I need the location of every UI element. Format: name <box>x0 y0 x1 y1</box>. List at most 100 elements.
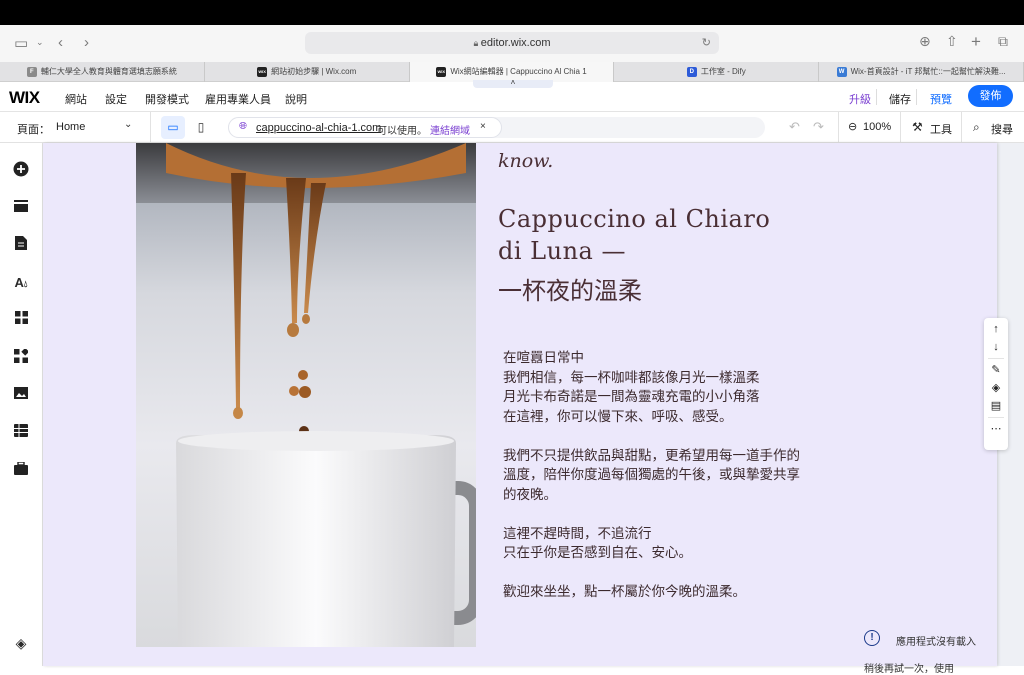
divider <box>838 112 839 143</box>
menu-settings[interactable]: 設定 <box>105 91 127 107</box>
globe-icon: 🌐︎ <box>239 121 247 132</box>
desktop-view-icon[interactable]: ▭ <box>161 116 185 139</box>
coffee-pour-image[interactable] <box>136 143 476 647</box>
new-tab-icon[interactable]: + <box>971 33 981 50</box>
menu-hire-pro[interactable]: 雇用專業人員 <box>205 91 271 107</box>
undo-icon[interactable]: ↶ <box>789 119 800 135</box>
screen-top-strip <box>0 0 1024 25</box>
page-label: 頁面： <box>17 124 50 136</box>
text-line: 我們相信，每一杯咖啡都該像月光一樣溫柔 <box>503 369 760 386</box>
edit-pencil-icon[interactable]: ✎ <box>984 361 1008 379</box>
wix-top-bar: WIX 網站 設定 開發模式 雇用專業人員 說明 ˄ 升級 儲存 預覽 發佈 <box>0 79 1024 112</box>
design-icon[interactable]: A💧︎ <box>12 274 30 292</box>
share-icon[interactable]: ⇧ <box>946 34 958 48</box>
close-icon[interactable]: × <box>480 121 486 132</box>
editor-toolbar: 頁面： Home ⌄ ▭ ▯ 🌐︎ cappuccino-al-chia-1.c… <box>0 112 1024 143</box>
reload-icon[interactable]: ↻ <box>702 32 711 54</box>
info-icon: ! <box>864 630 880 646</box>
paragraph: 這裡不趕時間，不追流行 只在乎你是否感到自在、安心。 <box>503 525 833 564</box>
tools-icon[interactable]: ⚒ <box>912 120 923 134</box>
sidebar-toggle-icon[interactable]: ▭ <box>14 36 28 51</box>
domain-status: 可以使用。 <box>377 126 427 137</box>
add-elements-icon[interactable] <box>12 161 30 179</box>
menu-dev-mode[interactable]: 開發模式 <box>145 91 189 107</box>
move-down-icon[interactable]: ↓ <box>984 338 1008 356</box>
media-icon[interactable] <box>12 386 30 404</box>
divider <box>961 112 962 143</box>
divider <box>150 112 151 143</box>
title-block[interactable]: Cappuccino al Chiaro di Luna — <box>498 203 770 267</box>
portfolio-icon[interactable] <box>12 461 30 480</box>
upgrade-link[interactable]: 升級 <box>849 91 871 107</box>
text-line: 月光卡布奇諾是一間為靈魂充電的小小角落 <box>503 389 760 405</box>
tools-button[interactable]: 工具 <box>930 121 952 137</box>
browser-tab[interactable]: WIX 網站初始步驟 | Wix.com <box>205 62 410 82</box>
layers-icon[interactable]: ◈ <box>12 634 30 652</box>
divider <box>988 358 1004 359</box>
business-apps-icon[interactable] <box>12 347 30 367</box>
divider <box>876 89 877 105</box>
left-sidebar: A💧︎ ◈ <box>0 143 43 666</box>
text-line: 我們不只提供飲品與甜點，更希望用每一道手作的 <box>503 447 800 464</box>
address-bar[interactable]: 🔒︎ editor.wix.com ↻ <box>305 32 719 54</box>
tab-label: 網站初始步驟 | Wix.com <box>271 67 357 76</box>
retry-text: 稍後再試一次，使用 <box>864 664 954 675</box>
tab-overview-icon[interactable]: ⧉ <box>998 34 1008 48</box>
chevron-down-icon[interactable]: ⌄ <box>36 38 44 47</box>
chevron-down-icon: ⌄ <box>124 119 133 130</box>
divider <box>916 89 917 105</box>
script-heading[interactable]: know. <box>498 150 553 172</box>
collapse-handle[interactable]: ˄ <box>473 79 553 88</box>
floating-toolbar: ↑ ↓ ✎ ◈ ▤ ⋯ <box>984 318 1008 450</box>
tab-favicon-icon: W <box>836 67 847 77</box>
browser-tab[interactable]: D 工作室 - Dify <box>614 62 820 82</box>
divider <box>900 112 901 143</box>
save-button[interactable]: 儲存 <box>889 91 911 107</box>
lock-icon: 🔒︎ <box>473 38 481 48</box>
text-line: 在這裡，你可以慢下來、呼吸、感受。 <box>503 408 733 425</box>
search-button[interactable]: 搜尋 <box>991 121 1013 137</box>
preview-button[interactable]: 預覽 <box>930 91 952 107</box>
text-line: 在喧囂日常中 <box>503 350 584 366</box>
paragraph: 歡迎來坐坐，點一杯屬於你今晚的溫柔。 <box>503 583 833 603</box>
layout-icon[interactable]: ▤ <box>984 397 1008 415</box>
text-line: 的夜晚。 <box>503 486 557 503</box>
browser-tab[interactable]: W Wix-首頁設計 - iT 邦幫忙::一起幫忙解決難... <box>819 62 1024 82</box>
menu-help[interactable]: 說明 <box>285 91 307 107</box>
layers-icon[interactable]: ◈ <box>984 379 1008 397</box>
tab-label: Wix-首頁設計 - iT 邦幫忙::一起幫忙解決難... <box>850 67 1006 76</box>
browser-toolbar: ▭ ⌄ ‹ › 🔒︎ editor.wix.com ↻ ⊕ ⇧ + ⧉ <box>0 25 1024 62</box>
move-up-icon[interactable]: ↑ <box>984 320 1008 338</box>
tab-favicon-icon: D <box>686 67 697 77</box>
more-icon[interactable]: ⋯ <box>984 420 1008 438</box>
zoom-level[interactable]: 100% <box>863 121 891 133</box>
browser-tab[interactable]: F 輔仁大學全人教育與體育選填志願系統 <box>0 62 205 82</box>
apps-icon[interactable] <box>12 311 30 329</box>
back-icon[interactable]: ‹ <box>58 35 63 50</box>
menu-site[interactable]: 網站 <box>65 91 87 107</box>
page-select[interactable]: Home ⌄ <box>56 115 140 139</box>
wix-logo[interactable]: WIX <box>9 88 40 108</box>
text-line: 歡迎來坐坐，點一杯屬於你今晚的溫柔。 <box>503 584 746 600</box>
tab-favicon-icon: F <box>26 67 37 77</box>
cms-icon[interactable] <box>12 424 30 442</box>
address-text: editor.wix.com <box>480 37 551 49</box>
zoom-out-icon[interactable]: ⊖ <box>848 120 857 133</box>
publish-button[interactable]: 發佈 <box>968 85 1013 107</box>
body-text[interactable]: 在喧囂日常中 我們相信，每一杯咖啡都該像月光一樣溫柔 月光卡布奇諾是一間為靈魂充… <box>503 349 833 603</box>
paragraph: 我們不只提供飲品與甜點，更希望用每一道手作的 溫度，陪伴你度過每個獨處的午後，或… <box>503 447 833 506</box>
forward-icon[interactable]: › <box>84 35 89 50</box>
title-line-2: di Luna — <box>498 237 626 265</box>
title-line-1: Cappuccino al Chiaro <box>498 205 771 233</box>
text-line: 只在乎你是否感到自在、安心。 <box>503 545 692 561</box>
mobile-view-icon[interactable]: ▯ <box>193 116 209 139</box>
search-icon[interactable]: ⌕ <box>973 120 980 135</box>
connect-domain-link[interactable]: 連結網域 <box>430 122 470 137</box>
title-chinese[interactable]: 一杯夜的溫柔 <box>498 271 642 306</box>
domain-name[interactable]: cappuccino-al-chia-1.com <box>256 122 381 134</box>
redo-icon[interactable]: ↷ <box>813 119 824 135</box>
sections-icon[interactable] <box>12 199 30 217</box>
pages-icon[interactable] <box>12 236 30 254</box>
page-select-value: Home <box>56 121 86 133</box>
download-icon[interactable]: ⊕ <box>919 34 931 48</box>
